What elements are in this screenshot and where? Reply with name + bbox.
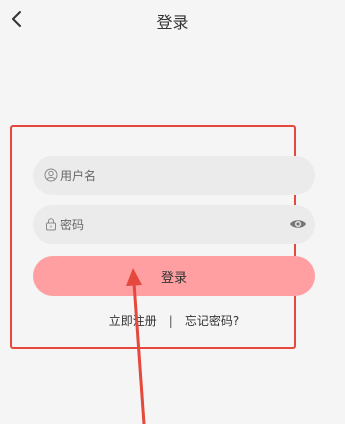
link-separator: |: [168, 314, 173, 328]
login-button[interactable]: 登录: [33, 256, 315, 296]
username-field[interactable]: [33, 156, 315, 195]
page-title: 登录: [156, 13, 189, 32]
password-field[interactable]: [33, 205, 315, 244]
eye-icon: [290, 220, 306, 228]
navigation-bar: 登录: [0, 0, 345, 40]
username-input[interactable]: [60, 156, 285, 195]
lock-icon: [46, 218, 56, 231]
show-password-button[interactable]: [289, 216, 307, 232]
auth-links: 立即注册 | 忘记密码?: [33, 312, 315, 329]
register-link[interactable]: 立即注册: [109, 314, 157, 328]
password-input[interactable]: [60, 205, 285, 244]
forgot-password-link[interactable]: 忘记密码?: [185, 314, 239, 328]
user-circle-icon: [44, 168, 58, 182]
